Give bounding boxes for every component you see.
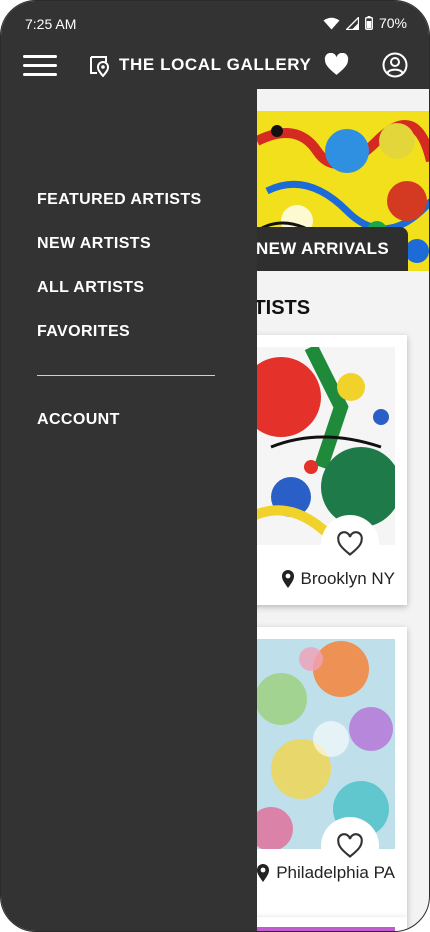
app-header: THE LOCAL GALLERY (1, 41, 429, 89)
artist-card[interactable]: Philadelphia PA (251, 627, 407, 917)
artist-card[interactable]: Brooklyn NY (251, 335, 407, 605)
artwork-image (251, 347, 395, 545)
artist-location: Philadelphia PA (256, 863, 395, 883)
signal-icon (345, 16, 359, 30)
favorite-toggle[interactable] (321, 515, 379, 573)
status-time: 7:25 AM (25, 16, 77, 32)
battery-percent: 70% (378, 15, 407, 31)
artist-location: Brooklyn NY (281, 569, 395, 589)
drawer-item-all-artists[interactable]: ALL ARTISTS (37, 279, 145, 297)
heart-outline-icon (337, 531, 363, 556)
drawer-item-favorites[interactable]: FAVORITES (37, 323, 130, 341)
drawer-item-featured-artists[interactable]: FEATURED ARTISTS (37, 191, 202, 209)
status-bar: 7:25 AM 70% (1, 1, 429, 41)
drawer-item-new-artists[interactable]: NEW ARTISTS (37, 235, 151, 253)
brand-logo[interactable]: THE LOCAL GALLERY (89, 53, 311, 77)
menu-line (23, 73, 57, 76)
app-title: THE LOCAL GALLERY (119, 55, 312, 74)
location-text: Brooklyn NY (300, 569, 395, 588)
map-pin-icon (90, 56, 110, 77)
artist-card[interactable] (251, 917, 407, 931)
wifi-icon (323, 17, 340, 29)
favorites-button[interactable] (324, 52, 349, 81)
menu-line (23, 55, 57, 58)
heart-outline-icon (337, 833, 363, 858)
location-pin-icon (257, 864, 270, 882)
battery-icon (365, 16, 373, 30)
heart-icon (324, 52, 349, 75)
hamburger-menu-button[interactable] (23, 55, 57, 77)
user-icon (382, 52, 408, 78)
location-pin-icon (281, 570, 294, 588)
artwork-image (251, 927, 395, 931)
status-icons: 70% (323, 15, 407, 31)
drawer-divider (37, 375, 215, 376)
menu-line (23, 64, 57, 67)
phone-frame: 7:25 AM 70% THE LOCAL GALLERY NEW ARRIVA… (0, 0, 430, 932)
artwork-image (251, 639, 395, 849)
account-button[interactable] (382, 52, 408, 83)
new-arrivals-button[interactable]: NEW ARRIVALS (246, 227, 408, 271)
drawer-item-account[interactable]: ACCOUNT (37, 411, 120, 429)
navigation-drawer: FEATURED ARTISTS NEW ARTISTS ALL ARTISTS… (1, 89, 257, 931)
location-text: Philadelphia PA (276, 863, 395, 882)
